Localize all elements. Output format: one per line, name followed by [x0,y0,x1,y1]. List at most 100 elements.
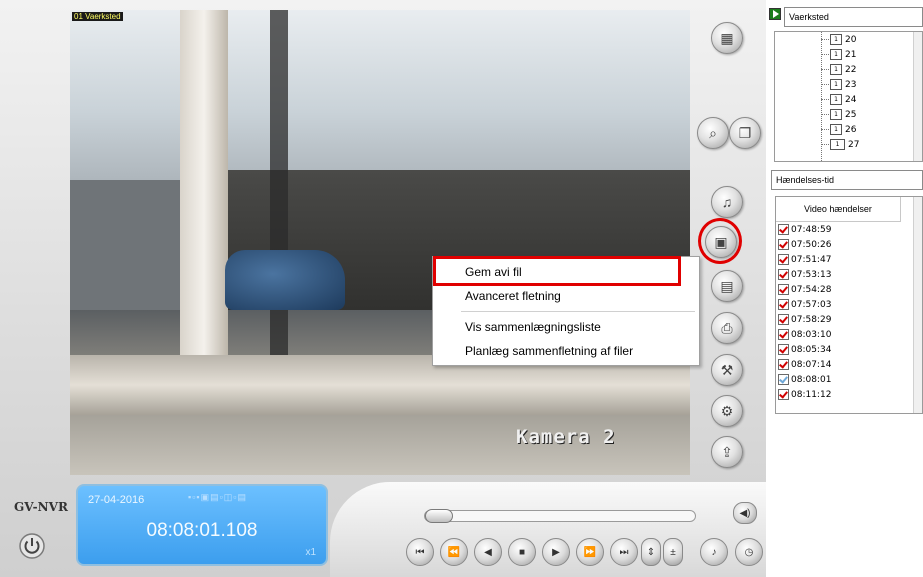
audio-button[interactable]: ♪ [700,538,728,566]
date-tree[interactable]: 1 20 1 21 1 22 1 23 1 24 1 25 1 26 1 27 [774,31,923,162]
volume-icon: ◀) [739,507,751,519]
events-list[interactable]: Video hændelser 07:48:59 07:50:26 07:51:… [775,196,923,414]
power-icon[interactable] [18,532,46,560]
calendar-icon: 1 [830,64,842,75]
brand-label: GV-NVR [14,500,68,514]
tree-item-date[interactable]: 1 20 [821,33,856,48]
event-checkbox[interactable] [778,284,789,295]
print-icon: ⎙ [721,319,733,336]
tree-item-date[interactable]: 1 25 [821,108,856,123]
speed-stepper[interactable]: ⇕ [641,538,661,566]
event-row[interactable]: 07:51:47 [778,253,831,268]
status-time: 08:08:01.108 [146,520,258,541]
tree-item-label: 21 [845,50,857,60]
event-row[interactable]: 08:11:12 [778,388,831,403]
event-checkbox[interactable] [778,299,789,310]
event-row-current[interactable]: 08:08:01 [778,373,831,388]
print-button[interactable]: ⎙ [711,312,743,344]
event-checkbox[interactable] [778,344,789,355]
event-row[interactable]: 07:54:28 [778,283,831,298]
tree-item-label: 23 [845,80,857,90]
status-display: 27-04-2016 ▪▫▪▣▤▫◫▫▤ 08:08:01.108 x1 [76,484,328,566]
next-button[interactable]: ⏩ [576,538,604,566]
event-checkbox[interactable] [778,254,789,265]
menu-item-schedule-merge[interactable]: Planlæg sammenfletning af filer [465,341,633,361]
search-icon: ⌕ [709,124,717,141]
skip-start-button[interactable]: ⏮ [406,538,434,566]
event-row[interactable]: 07:57:03 [778,298,831,313]
adjust-button[interactable]: ♫ [711,186,743,218]
save-button[interactable]: ▤ [711,270,743,302]
tree-item-label: 26 [845,125,857,135]
tree-item-date[interactable]: 1 21 [821,48,856,63]
event-row[interactable]: 07:48:59 [778,223,831,238]
zoom-stepper[interactable]: ± [663,538,683,566]
event-row[interactable]: 07:53:13 [778,268,831,283]
tools-button[interactable]: ⚒ [711,354,743,386]
tree-item-date[interactable]: 1 26 [821,123,856,138]
event-time: 08:03:10 [791,330,832,340]
events-scrollbar[interactable] [913,197,922,413]
event-checkbox[interactable] [778,329,789,340]
tree-item-date-selected[interactable]: 1 27 [821,138,859,153]
rewind-button[interactable]: ◀ [474,538,502,566]
skip-end-button[interactable]: ⏭ [610,538,638,566]
settings-icon: ⚙ [720,402,734,419]
seek-handle[interactable] [425,509,453,523]
video-car [225,250,345,310]
camera-grid-button[interactable]: ▦ [711,22,743,54]
tree-item-date[interactable]: 1 23 [821,78,856,93]
stop-button[interactable]: ■ [508,538,536,566]
zoom-icon: ± [670,546,676,558]
event-row[interactable]: 08:03:10 [778,328,831,343]
event-time: 07:54:28 [791,285,832,295]
event-time: 08:11:12 [791,390,832,400]
event-type-select[interactable]: Hændelses-tid [771,170,923,190]
tree-item-date[interactable]: 1 22 [821,63,856,78]
event-row[interactable]: 07:58:29 [778,313,831,328]
camera-grid-icon: ▦ [720,29,734,46]
event-checkbox[interactable] [778,239,789,250]
event-checkbox[interactable] [778,224,789,235]
search-button[interactable]: ⌕ [697,117,729,149]
calendar-icon: 1 [830,139,845,150]
seek-bar[interactable] [424,509,696,523]
event-checkbox[interactable] [778,269,789,280]
tree-item-label: 25 [845,110,857,120]
menu-item-show-merge-list[interactable]: Vis sammenlægningsliste [465,317,601,337]
settings-button[interactable]: ⚙ [711,395,743,427]
tree-scrollbar[interactable] [913,32,922,161]
event-checkbox[interactable] [778,374,789,385]
event-checkbox[interactable] [778,314,789,325]
volume-button[interactable]: ◀) [733,502,757,524]
tree-item-label: 22 [845,65,857,75]
skip-end-icon: ⏭ [619,546,629,558]
rewind-icon: ◀ [484,546,492,558]
play-green-icon[interactable] [769,8,781,20]
status-date: 27-04-2016 [88,494,145,506]
clock-button[interactable]: ◷ [735,538,763,566]
location-select[interactable]: Vaerksted [784,7,923,27]
event-row[interactable]: 08:07:14 [778,358,831,373]
tree-item-label: 24 [845,95,857,105]
play-button[interactable]: ▶ [542,538,570,566]
event-checkbox[interactable] [778,359,789,370]
previous-button[interactable]: ⏪ [440,538,468,566]
events-column-header[interactable]: Video hændelser [776,197,901,222]
stop-icon: ■ [518,546,526,558]
event-time: 08:07:14 [791,360,832,370]
video-window-frame [270,10,288,370]
export-button[interactable]: ⇪ [711,436,743,468]
audio-icon: ♪ [711,546,717,558]
speed-stepper-icon: ⇕ [646,546,656,558]
event-row[interactable]: 08:05:34 [778,343,831,358]
event-time: 07:51:47 [791,255,832,265]
event-row[interactable]: 07:50:26 [778,238,831,253]
camera-osd-text: Kamera 2 [516,426,616,448]
copy-button[interactable]: ❐ [729,117,761,149]
video-viewport[interactable]: 01 Vaerksted Kamera 2 [70,10,690,475]
event-checkbox[interactable] [778,389,789,400]
tree-item-date[interactable]: 1 24 [821,93,856,108]
event-time: 08:08:01 [791,375,832,385]
menu-item-advanced-merge[interactable]: Avanceret fletning [465,286,561,306]
